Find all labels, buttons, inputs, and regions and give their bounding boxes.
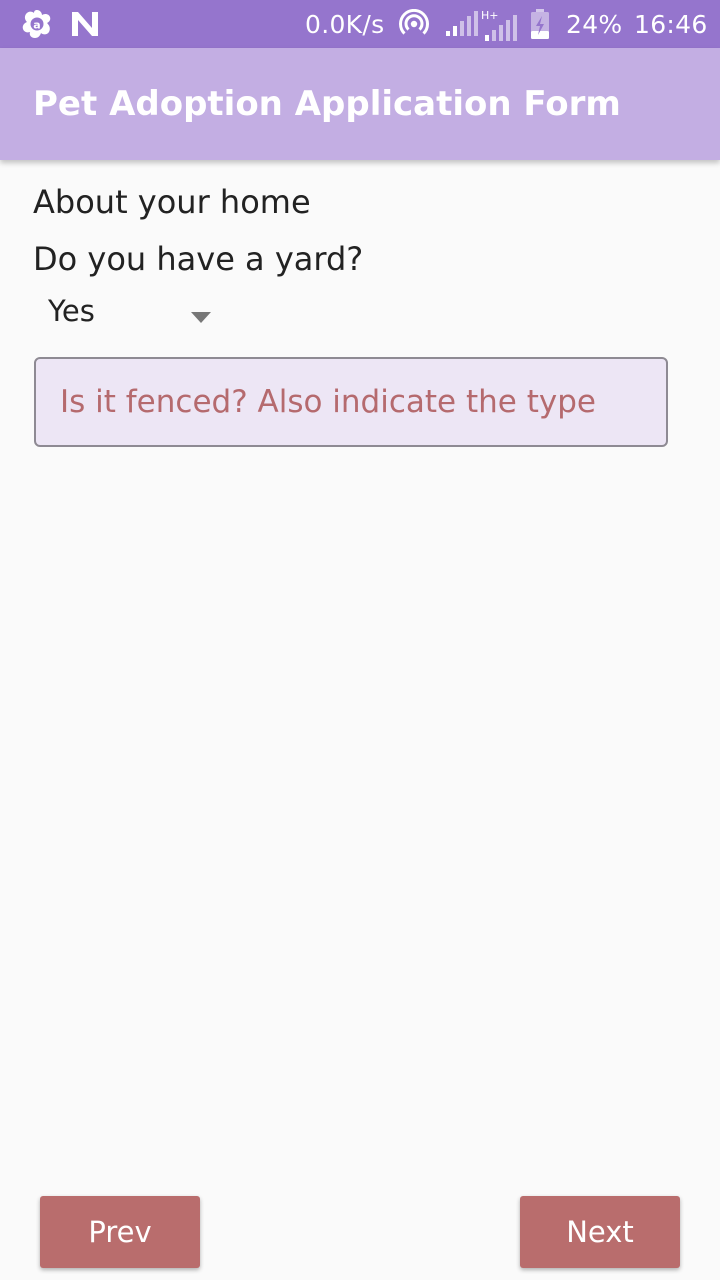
app-title: Pet Adoption Application Form	[33, 84, 621, 124]
signal-icon	[444, 0, 478, 48]
signal-h-plus-icon: H+	[481, 0, 519, 48]
battery-charging-icon	[529, 0, 551, 48]
next-button[interactable]: Next	[520, 1196, 680, 1268]
svg-text:a: a	[33, 19, 40, 32]
yard-question-label: Do you have a yard?	[33, 240, 364, 278]
avast-icon: a	[20, 0, 54, 48]
section-title: About your home	[33, 183, 311, 221]
network-type-label: H+	[481, 9, 499, 22]
hotspot-icon	[399, 0, 429, 48]
clock: 16:46	[634, 9, 708, 39]
battery-percentage: 24%	[566, 9, 623, 39]
prev-button[interactable]: Prev	[40, 1196, 200, 1268]
status-bar: a 0.0K/s H+ 24% 16:46	[0, 0, 720, 48]
n-icon	[70, 0, 100, 48]
network-speed: 0.0K/s	[305, 9, 385, 39]
fence-type-input[interactable]	[36, 359, 666, 445]
dropdown-arrow-icon	[191, 308, 211, 327]
yard-dropdown-value: Yes	[48, 294, 95, 328]
yard-dropdown[interactable]: Yes	[34, 290, 224, 336]
app-bar: Pet Adoption Application Form	[0, 48, 720, 160]
fence-type-field[interactable]	[34, 357, 668, 447]
